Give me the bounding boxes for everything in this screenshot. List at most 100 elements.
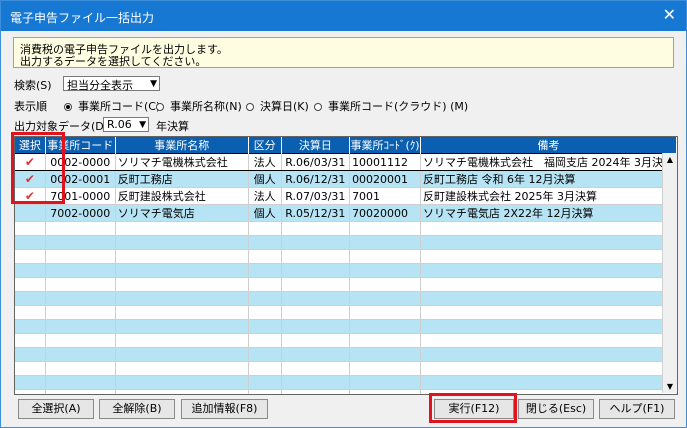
empty-cell — [15, 249, 46, 264]
empty-cell — [15, 361, 46, 376]
col-select[interactable]: 選択 — [15, 137, 46, 154]
empty-cell — [15, 263, 46, 278]
empty-cell — [15, 235, 46, 250]
radio-order-name[interactable]: 事業所名称(N) — [156, 98, 242, 114]
row-note: 反町建設株式会社 2025年 3月決算 — [420, 187, 677, 205]
empty-cell — [420, 361, 677, 376]
empty-cell — [281, 277, 351, 292]
col-office-code[interactable]: 事業所コード — [45, 137, 116, 154]
empty-cell — [248, 221, 282, 236]
col-office-name[interactable]: 事業所名称 — [115, 137, 249, 154]
empty-cell — [115, 319, 249, 334]
empty-cell — [420, 291, 677, 306]
vertical-scrollbar[interactable]: ▲ ▼ — [662, 153, 677, 393]
empty-cell — [248, 375, 282, 390]
row-check[interactable]: ✔ — [15, 170, 46, 188]
close-button[interactable]: 閉じる(Esc) — [518, 399, 594, 419]
help-button[interactable]: ヘルプ(F1) — [599, 399, 675, 419]
deselect-all-button[interactable]: 全解除(B) — [99, 399, 175, 419]
row-cloud-code: 70020000 — [349, 204, 421, 222]
empty-cell — [248, 263, 282, 278]
office-table: 選択 事業所コード 事業所名称 区分 決算日 事業所ｺｰﾄﾞ(ｸ) 備考 ✔ 0… — [15, 137, 677, 394]
row-check[interactable] — [15, 204, 46, 222]
empty-cell — [248, 277, 282, 292]
empty-cell — [115, 389, 249, 394]
title-bar: 電子申告ファイル一括出力 ✕ — [1, 1, 686, 31]
table-row[interactable]: ✔ 7001-0000 反町建設株式会社 法人 R.07/03/31 7001 … — [15, 187, 677, 205]
empty-cell — [349, 305, 421, 320]
row-note: 反町工務店 令和 6年 12月決算 — [420, 170, 677, 188]
row-kubun: 法人 — [248, 187, 282, 205]
radio-label: 事業所名称(N) — [170, 100, 242, 113]
row-check[interactable]: ✔ — [15, 153, 46, 171]
empty-cell — [349, 291, 421, 306]
empty-cell — [420, 235, 677, 250]
empty-cell — [281, 389, 351, 394]
scroll-up-icon[interactable]: ▲ — [663, 153, 677, 166]
search-select[interactable]: 担当分全表示 ▼ — [63, 76, 160, 92]
empty-row — [15, 305, 677, 320]
empty-cell — [45, 221, 116, 236]
scroll-down-icon[interactable]: ▼ — [663, 380, 677, 393]
radio-label: 決算日(K) — [260, 100, 309, 113]
row-kubun: 個人 — [248, 170, 282, 188]
empty-cell — [281, 319, 351, 334]
radio-order-date[interactable]: 決算日(K) — [246, 98, 309, 114]
empty-cell — [115, 263, 249, 278]
radio-label: 事業所コード(クラウド) (M) — [328, 100, 469, 113]
table-row[interactable]: 7002-0000 ソリマチ電気店 個人 R.05/12/31 70020000… — [15, 204, 677, 222]
table-row[interactable]: ✔ 0002-0001 反町工務店 個人 R.06/12/31 00020001… — [15, 170, 677, 188]
empty-cell — [420, 347, 677, 362]
chevron-down-icon: ▼ — [150, 79, 157, 89]
row-date: R.07/03/31 — [281, 187, 351, 205]
empty-cell — [248, 235, 282, 250]
table-row[interactable]: ✔ 0002-0000 ソリマチ電機株式会社 法人 R.06/03/31 100… — [15, 153, 677, 171]
row-note: ソリマチ電気店 2X22年 12月決算 — [420, 204, 677, 222]
empty-cell — [248, 319, 282, 334]
additional-info-button[interactable]: 追加情報(F8) — [181, 399, 268, 419]
radio-empty-icon — [156, 103, 164, 111]
col-kubun[interactable]: 区分 — [248, 137, 282, 154]
execute-button[interactable]: 実行(F12) — [434, 399, 514, 419]
empty-row — [15, 277, 677, 292]
col-cloud-code[interactable]: 事業所ｺｰﾄﾞ(ｸ) — [349, 137, 421, 154]
target-suffix: 年決算 — [156, 120, 189, 133]
empty-row — [15, 375, 677, 390]
empty-row — [15, 319, 677, 334]
empty-cell — [115, 291, 249, 306]
empty-cell — [115, 333, 249, 348]
empty-cell — [45, 305, 116, 320]
close-icon[interactable]: ✕ — [663, 6, 676, 24]
window-title: 電子申告ファイル一括出力 — [10, 11, 155, 25]
row-check[interactable]: ✔ — [15, 187, 46, 205]
empty-cell — [15, 319, 46, 334]
empty-row — [15, 249, 677, 264]
header-row: 選択 事業所コード 事業所名称 区分 決算日 事業所ｺｰﾄﾞ(ｸ) 備考 — [15, 137, 677, 154]
empty-cell — [248, 389, 282, 394]
empty-cell — [281, 221, 351, 236]
select-all-button[interactable]: 全選択(A) — [18, 399, 94, 419]
row-date: R.06/12/31 — [281, 170, 351, 188]
empty-cell — [349, 235, 421, 250]
col-note[interactable]: 備考 — [420, 137, 677, 154]
empty-rows — [15, 221, 677, 394]
col-closing-date[interactable]: 決算日 — [281, 137, 351, 154]
empty-cell — [45, 375, 116, 390]
empty-cell — [281, 347, 351, 362]
empty-cell — [349, 221, 421, 236]
row-date: R.05/12/31 — [281, 204, 351, 222]
empty-row — [15, 221, 677, 236]
order-label: 表示順 — [14, 100, 47, 113]
empty-row — [15, 333, 677, 348]
row-name: 反町建設株式会社 — [115, 187, 249, 205]
empty-cell — [281, 333, 351, 348]
empty-cell — [115, 305, 249, 320]
row-code: 0002-0000 — [45, 153, 116, 171]
row-cloud-code: 00020001 — [349, 170, 421, 188]
empty-cell — [420, 333, 677, 348]
radio-order-code[interactable]: 事業所コード(C) — [64, 98, 160, 114]
radio-order-cloud-code[interactable]: 事業所コード(クラウド) (M) — [314, 98, 468, 114]
row-code: 7002-0000 — [45, 204, 116, 222]
empty-cell — [420, 221, 677, 236]
target-year-select[interactable]: R.06 ▼ — [103, 117, 149, 132]
